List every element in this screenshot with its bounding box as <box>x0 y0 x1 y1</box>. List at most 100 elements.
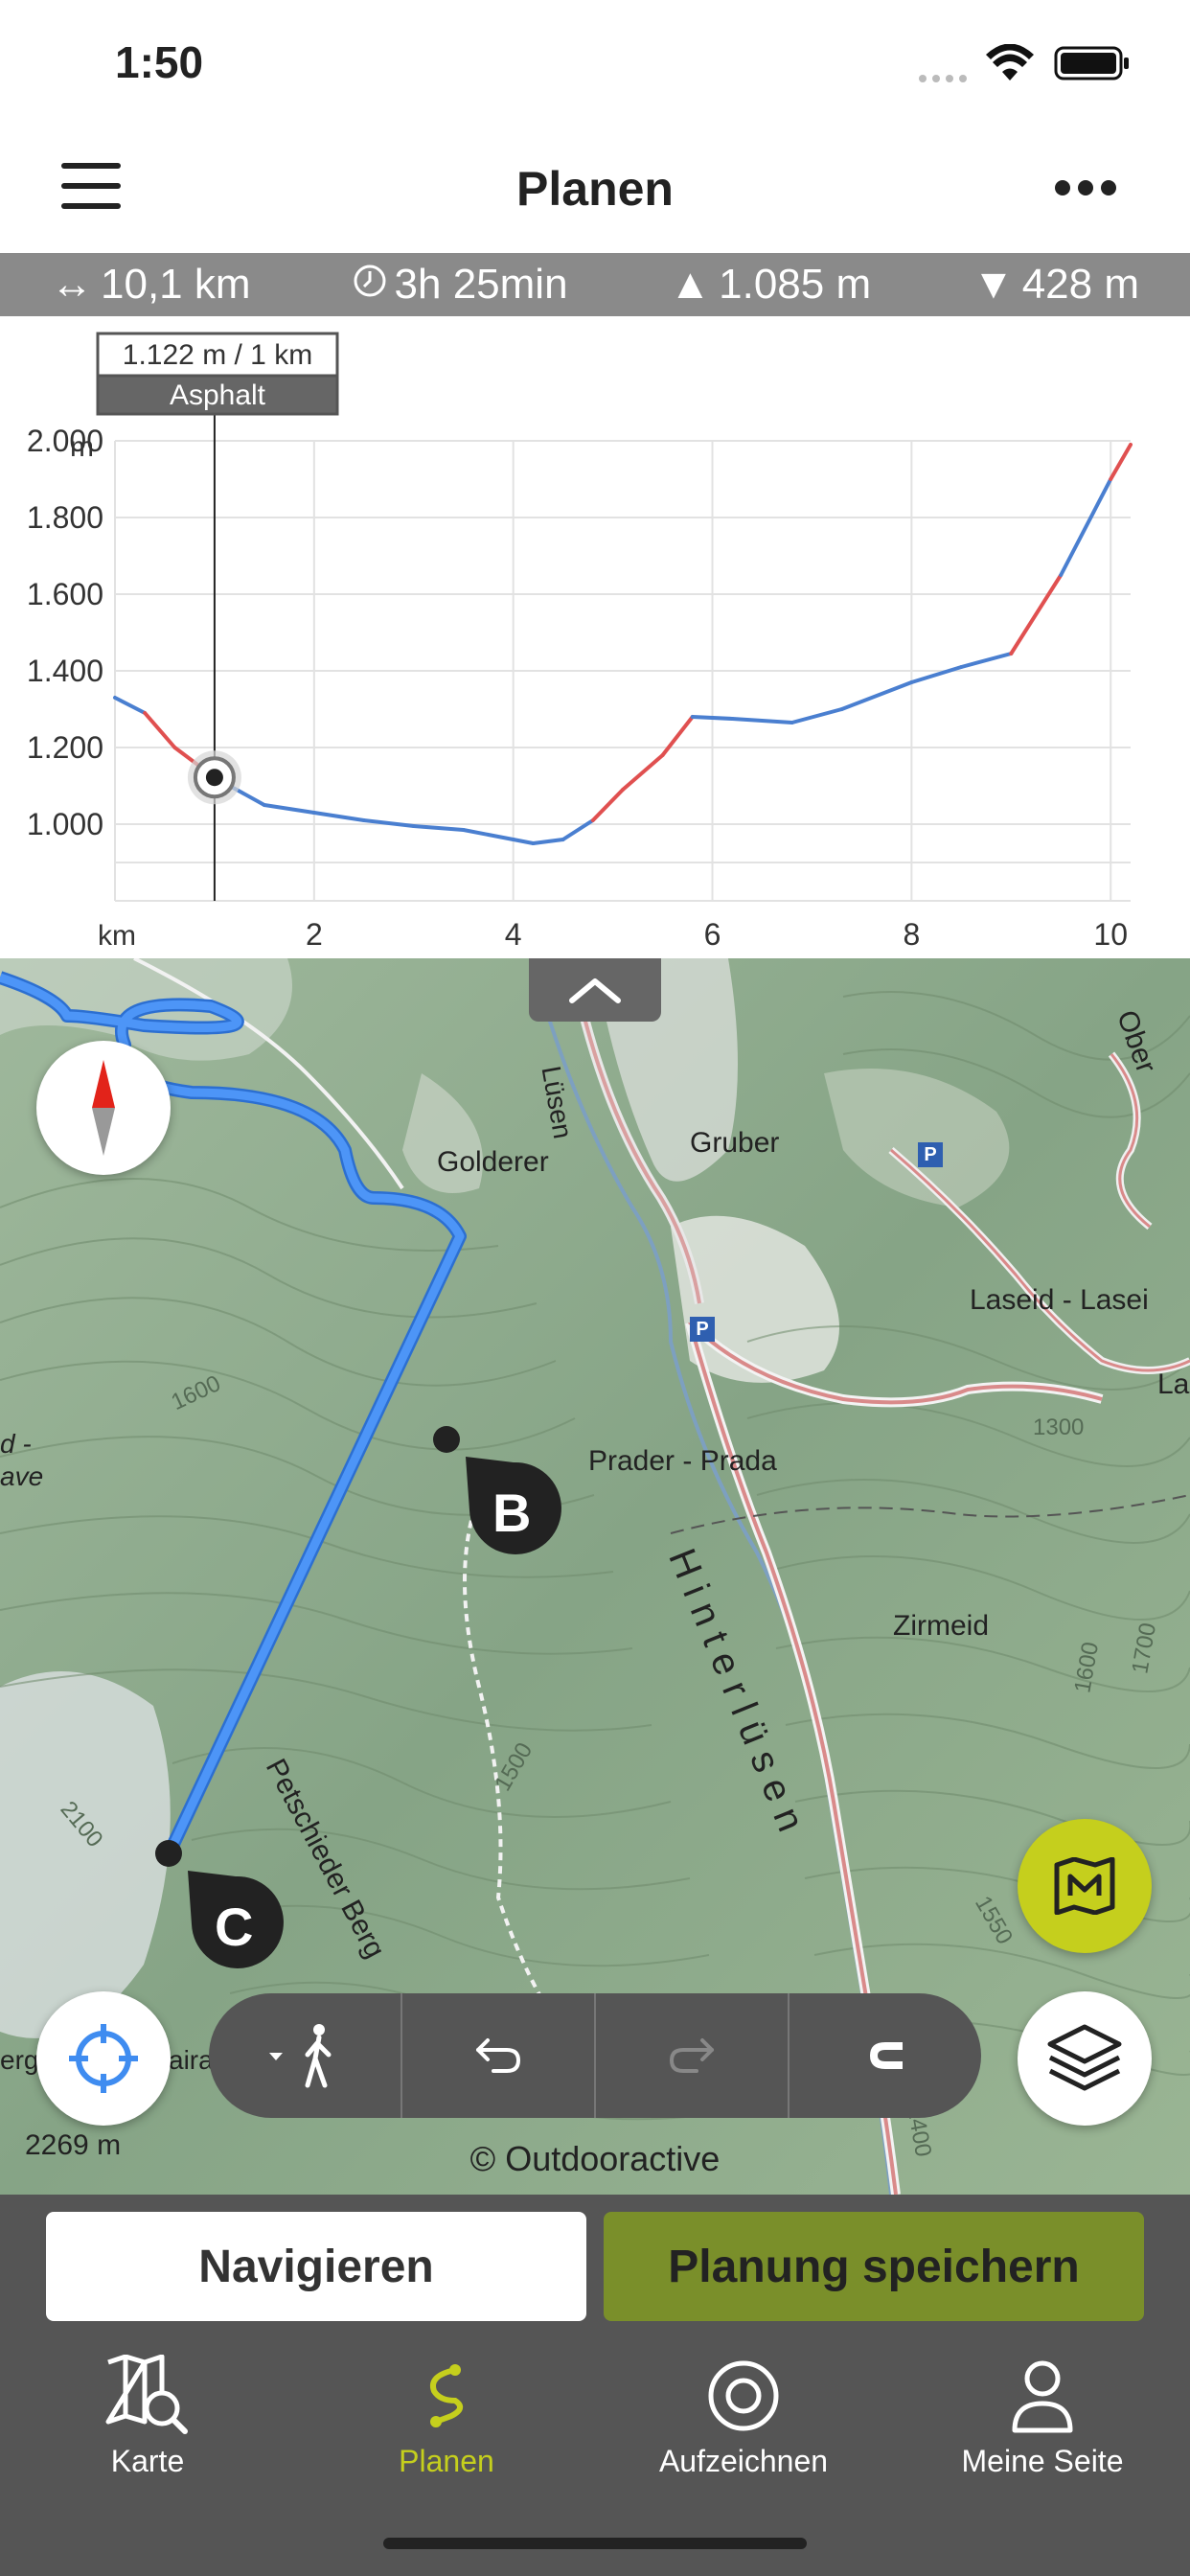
redo-button[interactable] <box>596 1993 790 2118</box>
page-title: Planen <box>516 162 674 216</box>
route-stats-bar: ↔ 10,1 km 3h 25min ▲ 1.085 m ▼ 428 m <box>0 253 1190 316</box>
x-tick-label: 8 <box>903 917 920 952</box>
profile-segment <box>690 715 735 721</box>
tooltip-value: 1.122 m / 1 km <box>123 339 312 371</box>
profile-icon <box>1012 2360 1073 2433</box>
map-label-golderer: Golderer <box>437 1146 549 1178</box>
x-tick-label: 2 <box>306 917 323 952</box>
distance-stat: ↔ 10,1 km <box>51 261 251 308</box>
map-label-la: La <box>1157 1368 1190 1400</box>
y-tick-label: 1.200 <box>27 730 103 765</box>
parking-icon: P <box>690 1317 715 1342</box>
signal-icon <box>918 71 973 82</box>
waypoint-dot-c[interactable] <box>155 1840 182 1867</box>
profile-segment <box>590 788 625 822</box>
x-axis-unit: km <box>98 920 136 952</box>
map-label-berg: erg <box>0 2045 39 2075</box>
profile-segment <box>311 811 366 822</box>
profile-segment <box>143 711 177 749</box>
map-style-button[interactable] <box>1018 1819 1152 1953</box>
tab-karte[interactable]: Karte <box>13 2348 282 2479</box>
wifi-icon <box>985 43 1035 87</box>
y-tick-label: 1.400 <box>27 654 103 688</box>
crosshair-icon <box>69 2024 138 2093</box>
descent-icon: ▼ <box>973 261 1015 308</box>
compass-button[interactable] <box>36 1041 171 1175</box>
redo-icon <box>669 2038 714 2073</box>
magnet-icon <box>870 2042 903 2069</box>
x-tick-label: 10 <box>1093 917 1128 952</box>
waypoint-dot-b[interactable] <box>433 1426 460 1453</box>
locate-button[interactable] <box>36 1991 171 2126</box>
more-options-icon[interactable] <box>1054 178 1117 197</box>
save-plan-button[interactable]: Planung speichern <box>604 2212 1144 2321</box>
y-axis-unit: m <box>70 431 94 463</box>
profile-segment <box>909 665 964 684</box>
tab-meine-seite[interactable]: Meine Seite <box>908 2348 1177 2479</box>
undo-button[interactable] <box>402 1993 596 2118</box>
chart-grid <box>114 440 1131 902</box>
profile-segment <box>730 717 794 724</box>
map-label-prader: Prader - Prada <box>588 1445 777 1477</box>
undo-icon <box>476 2038 521 2073</box>
x-tick-label: 4 <box>505 917 522 952</box>
tab-planen[interactable]: Planen <box>312 2348 581 2479</box>
battery-icon <box>1054 46 1131 85</box>
profile-segment <box>959 652 1014 669</box>
profile-segment <box>621 753 665 792</box>
map-search-icon <box>105 2355 188 2434</box>
x-tick-label: 6 <box>704 917 721 952</box>
layers-icon <box>1047 2024 1122 2091</box>
profile-segment <box>1009 573 1064 656</box>
profile-segment <box>1059 477 1113 577</box>
ascent-stat: ▲ 1.085 m <box>669 261 872 308</box>
map-label-laseid: Laseid - Lasei <box>970 1284 1149 1316</box>
route-icon <box>430 2364 464 2427</box>
collapse-profile-button[interactable] <box>529 958 661 1022</box>
route-toolbar <box>209 1993 981 2118</box>
map-marker-icon <box>1054 1857 1115 1915</box>
map-copyright: © Outdooractive <box>469 2139 721 2178</box>
distance-icon: ↔ <box>51 261 93 308</box>
elevation-label: 1300 <box>1033 1414 1085 1440</box>
tab-label: Planen <box>399 2444 494 2478</box>
tab-aufzeichnen[interactable]: Aufzeichnen <box>609 2348 878 2479</box>
profile-segment <box>411 824 466 832</box>
chart-tooltip: 1.122 m / 1 km Asphalt <box>96 332 339 416</box>
profile-segment <box>511 838 536 845</box>
waypoint-marker-c[interactable]: C <box>188 1871 284 1970</box>
map-label-d-ave: d - ave <box>0 1429 44 1491</box>
chart-cursor-marker <box>187 750 241 805</box>
map-label-zirmeid: Zirmeid <box>893 1610 990 1642</box>
y-axis-ticks: 1.0001.2001.4001.6001.8002.000 <box>27 424 103 841</box>
profile-segment <box>461 828 515 841</box>
home-indicator <box>383 2538 807 2549</box>
hiker-icon <box>269 2024 332 2088</box>
profile-segment <box>839 680 914 711</box>
profile-segment <box>790 707 844 724</box>
elevation-line <box>113 443 1133 845</box>
compass-icon <box>92 1060 115 1156</box>
profile-segment <box>1109 443 1133 481</box>
map-label-gruber: Gruber <box>690 1127 780 1159</box>
ascent-icon: ▲ <box>669 261 712 308</box>
tab-label: Meine Seite <box>961 2444 1124 2478</box>
parking-icon: P <box>918 1142 943 1167</box>
duration-stat: 3h 25min <box>353 261 568 309</box>
tab-label: Karte <box>110 2444 185 2478</box>
waypoint-marker-b[interactable]: B <box>466 1457 561 1556</box>
navigate-button[interactable]: Navigieren <box>46 2212 586 2321</box>
snap-to-path-button[interactable] <box>790 1993 981 2118</box>
elevation-profile[interactable]: 1.000 1.200 1.400 1.600 1.800 2.000 2 4 6 8 10 m … <box>0 316 1190 958</box>
x-axis-ticks: 2 4 6 8 10 <box>306 917 1128 952</box>
y-tick-label: 1.600 <box>27 577 103 611</box>
clock-icon <box>353 261 387 309</box>
tab-label: Aufzeichnen <box>658 2444 829 2478</box>
tooltip-surface: Asphalt <box>170 380 266 411</box>
y-tick-label: 1.000 <box>27 807 103 841</box>
y-tick-label: 1.800 <box>27 500 103 535</box>
activity-select-button[interactable] <box>209 1993 402 2118</box>
layers-button[interactable] <box>1018 1991 1152 2126</box>
marker-dot <box>205 769 223 787</box>
profile-segment <box>262 803 316 815</box>
